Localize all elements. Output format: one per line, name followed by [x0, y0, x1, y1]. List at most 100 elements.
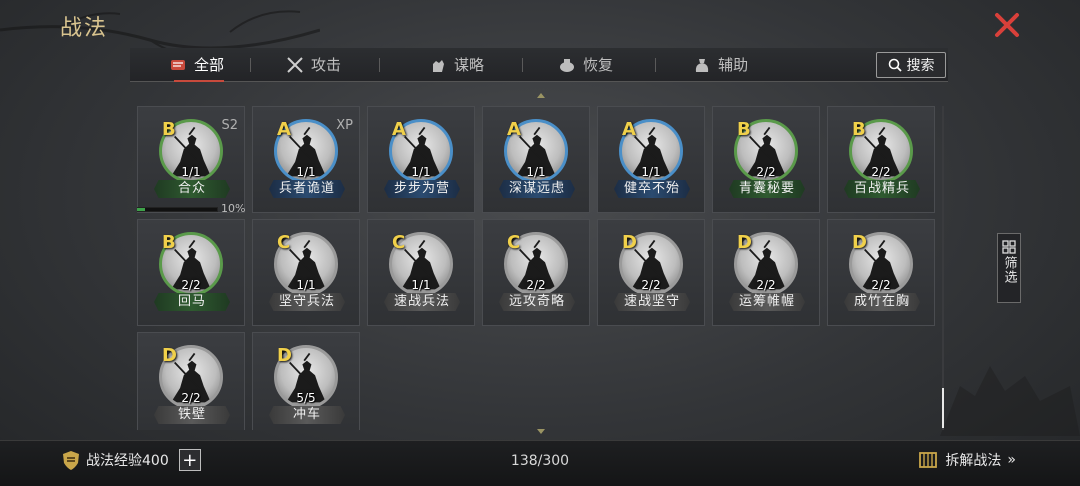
tactic-count: 2/2: [641, 278, 661, 292]
tactic-card[interactable]: A XP 1/1 兵者诡道: [252, 106, 360, 213]
tactic-card[interactable]: D 2/2 运筹帷幄: [712, 219, 820, 326]
tactic-name: 深谋远虑: [499, 180, 575, 198]
tactic-card[interactable]: B 2/2 青囊秘要: [712, 106, 820, 213]
tactic-count: 2/2: [756, 278, 776, 292]
divider: [379, 57, 381, 72]
tactic-card[interactable]: A 1/1 健卒不殆: [597, 106, 705, 213]
tactic-card[interactable]: D 5/5 冲车: [252, 332, 360, 430]
grade-badge: B: [162, 119, 176, 140]
tactic-name: 速战坚守: [614, 293, 690, 311]
tab-label: 全部: [194, 56, 225, 74]
progress-label: 10%: [221, 202, 246, 215]
grade-badge: B: [737, 119, 751, 140]
tactic-card[interactable]: C 2/2 远攻奇略: [482, 219, 590, 326]
tactic-count: 2/2: [181, 391, 201, 405]
tactic-name: 坚守兵法: [269, 293, 345, 311]
grade-badge: D: [737, 232, 752, 253]
army-silhouette-decoration: [940, 366, 1080, 436]
tab-label: 攻击: [311, 56, 342, 74]
tactic-name: 步步为营: [384, 180, 460, 198]
tactic-count: 1/1: [411, 278, 431, 292]
tactic-count: 1/1: [411, 165, 431, 179]
tactic-card[interactable]: D 2/2 成竹在胸: [827, 219, 935, 326]
tactic-card[interactable]: B 2/2 百战精兵: [827, 106, 935, 213]
tactic-card[interactable]: A 1/1 深谋远虑: [482, 106, 590, 213]
bottom-bar: 战法经验400 + 138/300 拆解战法 »: [0, 440, 1080, 486]
tactic-count: 2/2: [871, 165, 891, 179]
medicine-pot-icon: [560, 58, 575, 72]
tactic-card[interactable]: D 2/2 速战坚守: [597, 219, 705, 326]
tab-strategy[interactable]: 谋略: [416, 48, 496, 82]
search-label: 搜索: [906, 58, 935, 74]
tactic-name: 速战兵法: [384, 293, 460, 311]
tactic-count: 1/1: [526, 165, 546, 179]
divider: [522, 57, 524, 72]
search-button[interactable]: 搜索: [876, 52, 946, 78]
tab-label: 谋略: [454, 56, 485, 74]
tactic-count: 1/1: [181, 165, 201, 179]
scroll-down-indicator: [537, 429, 545, 434]
tactic-count: 5/5: [296, 391, 316, 405]
tab-label: 辅助: [718, 56, 749, 74]
filter-label: 筛选: [1001, 256, 1017, 284]
tactic-count: 2/2: [181, 278, 201, 292]
scrollbar-thumb[interactable]: [942, 388, 944, 428]
divider: [655, 57, 657, 72]
tactic-name: 合众: [154, 180, 230, 198]
tactic-name: 成竹在胸: [844, 293, 920, 311]
tactic-card[interactable]: A 1/1 步步为营: [367, 106, 475, 213]
tactic-card[interactable]: C 1/1 速战兵法: [367, 219, 475, 326]
grade-badge: D: [162, 345, 177, 366]
tab-bar: 全部 攻击 谋略 恢复 辅助 搜索: [130, 48, 948, 82]
scroll-up-indicator: [537, 93, 545, 98]
tactic-card[interactable]: B 2/2 回马: [137, 219, 245, 326]
grade-badge: A: [622, 119, 636, 140]
tactic-count: 1/1: [641, 165, 661, 179]
tactic-name: 铁壁: [154, 406, 230, 424]
tactic-name: 远攻奇略: [499, 293, 575, 311]
progress-fill: [137, 208, 145, 211]
season-tag: XP: [336, 118, 353, 133]
tab-assist[interactable]: 辅助: [680, 48, 760, 82]
tactic-count: 2/2: [526, 278, 546, 292]
grade-badge: A: [507, 119, 521, 140]
tactic-card[interactable]: D 2/2 铁壁: [137, 332, 245, 430]
tactic-card[interactable]: B S2 1/1 合众 10%: [137, 106, 246, 215]
tactic-name: 运筹帷幄: [729, 293, 805, 311]
scroll-icon: [171, 59, 185, 70]
progress-bar: [137, 207, 218, 212]
grade-badge: D: [277, 345, 292, 366]
grade-badge: A: [277, 119, 291, 140]
bag-icon: [695, 58, 709, 72]
grade-badge: A: [392, 119, 406, 140]
close-icon[interactable]: [992, 10, 1022, 40]
tab-recovery[interactable]: 恢复: [545, 48, 625, 82]
tactic-name: 回马: [154, 293, 230, 311]
tactics-grid: B S2 1/1 合众 10% A XP 1/1 兵者诡道 A 1/1 步步为营 A 1/1 深谋远虑 A 1/…: [137, 106, 941, 430]
grade-badge: D: [622, 232, 637, 253]
tactic-card[interactable]: C 1/1 坚守兵法: [252, 219, 360, 326]
grade-badge: C: [277, 232, 291, 253]
tactic-name: 健卒不殆: [614, 180, 690, 198]
grade-badge: C: [507, 232, 521, 253]
filter-button[interactable]: 筛选: [997, 233, 1021, 303]
tactic-count: 2/2: [871, 278, 891, 292]
season-tag: S2: [221, 118, 238, 133]
grade-badge: D: [852, 232, 867, 253]
grade-badge: B: [162, 232, 176, 253]
disassemble-label: 拆解战法: [945, 453, 1002, 469]
crossed-swords-icon: [287, 56, 303, 73]
disassemble-button[interactable]: 拆解战法 »: [917, 449, 1016, 471]
tab-attack[interactable]: 攻击: [273, 48, 353, 82]
tab-label: 恢复: [583, 56, 614, 74]
book-bundle-icon: [919, 452, 938, 468]
scrollbar-track: [942, 106, 944, 430]
grade-badge: B: [852, 119, 866, 140]
double-arrow-icon: »: [1007, 452, 1016, 468]
tactic-name: 百战精兵: [844, 180, 920, 198]
tab-all[interactable]: 全部: [156, 48, 236, 82]
hand-icon: [433, 59, 445, 72]
search-icon: [888, 58, 902, 72]
tactic-count: 1/1: [296, 278, 316, 292]
tactic-name: 冲车: [269, 406, 345, 424]
